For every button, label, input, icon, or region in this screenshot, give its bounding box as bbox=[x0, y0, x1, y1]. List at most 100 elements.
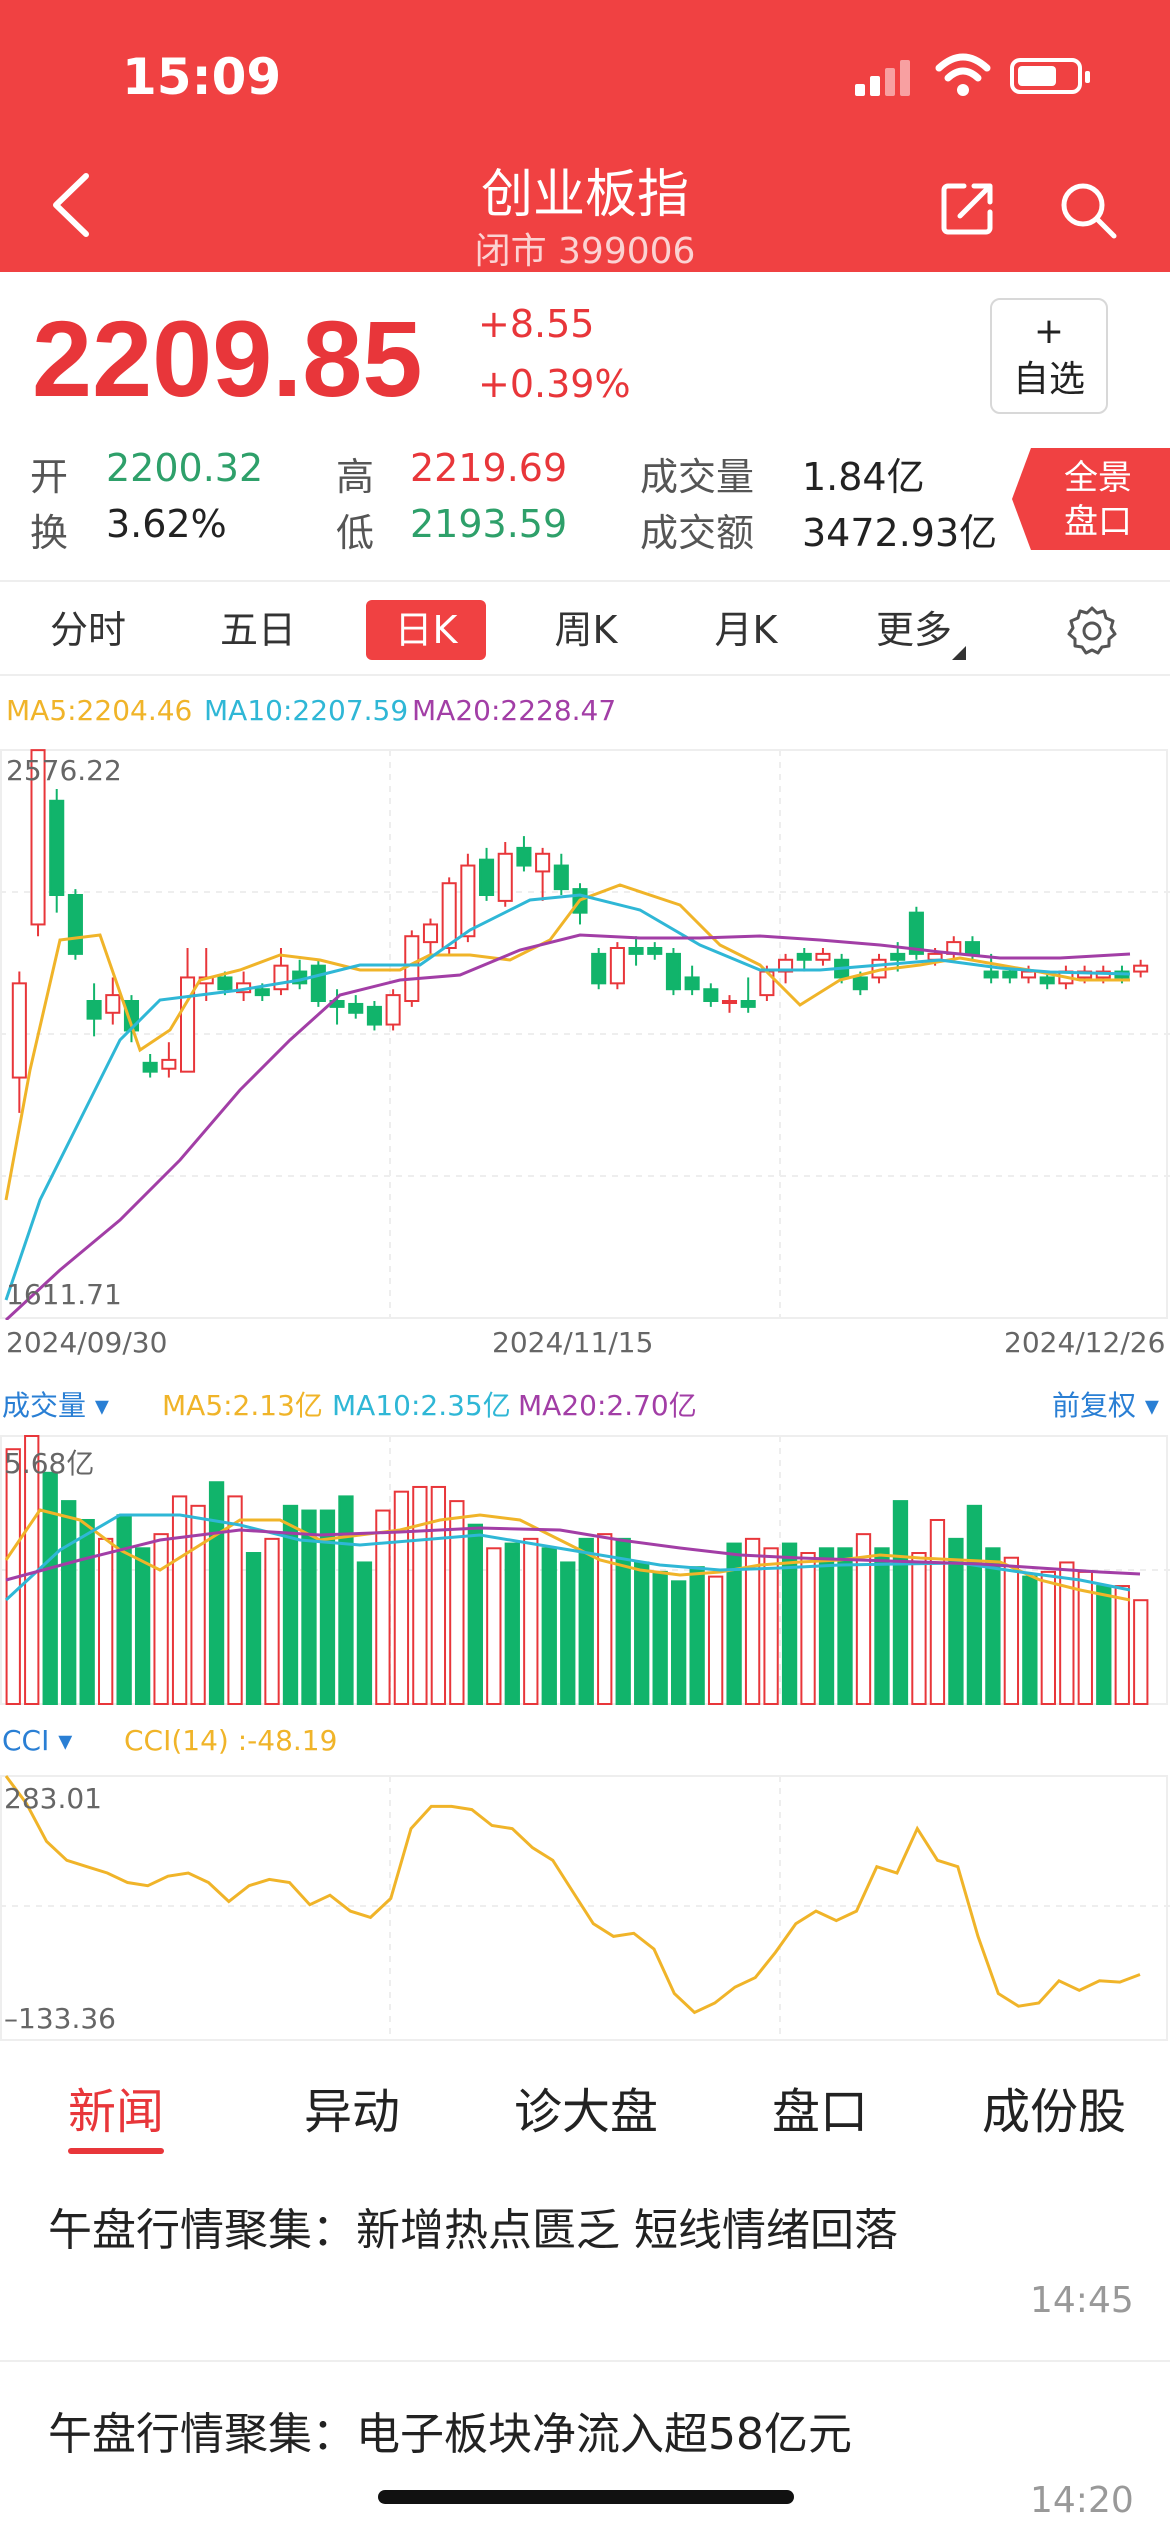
candle bbox=[535, 847, 551, 901]
candlestick-chart[interactable] bbox=[0, 740, 1170, 1320]
volume-bar bbox=[171, 1495, 188, 1705]
search-icon[interactable] bbox=[1058, 180, 1118, 240]
volume-bar bbox=[689, 1566, 705, 1705]
cci-title: CCI bbox=[2, 1724, 50, 1757]
volume-bar bbox=[1114, 1585, 1130, 1705]
date-mid: 2024/11/15 bbox=[492, 1326, 654, 1359]
candle bbox=[348, 995, 364, 1019]
date-start: 2024/09/30 bbox=[6, 1326, 168, 1359]
volume-bar bbox=[467, 1523, 483, 1705]
cci-chart[interactable] bbox=[0, 1770, 1170, 2042]
volume-title: 成交量 bbox=[2, 1389, 87, 1422]
candle bbox=[553, 853, 569, 895]
tab-intraday[interactable]: 分时 bbox=[28, 600, 148, 660]
volume-bar bbox=[449, 1500, 465, 1706]
volume-chart[interactable] bbox=[0, 1430, 1170, 1706]
vol-ma10-legend: MA10:2.35亿 bbox=[332, 1389, 511, 1422]
volume-bar bbox=[264, 1537, 280, 1705]
kline-ymax: 2576.22 bbox=[6, 754, 122, 787]
candle bbox=[142, 1054, 158, 1078]
candle bbox=[665, 947, 681, 996]
panorama-button[interactable]: 全景 盘口 bbox=[1012, 448, 1170, 550]
candle bbox=[721, 995, 738, 1013]
volume-bar bbox=[504, 1542, 520, 1705]
tab-order-book[interactable]: 盘口 bbox=[772, 2072, 868, 2142]
volume-bar bbox=[818, 1547, 835, 1705]
tab-constituents[interactable]: 成份股 bbox=[982, 2072, 1126, 2142]
adjust-label: 前复权 bbox=[1052, 1389, 1137, 1422]
volume-bar bbox=[208, 1481, 225, 1705]
candle bbox=[684, 965, 700, 996]
candle bbox=[1133, 959, 1149, 978]
news-title: 午盘行情聚集：电子板块净流入超58亿元 bbox=[48, 2409, 852, 2460]
open-label: 开 bbox=[30, 455, 69, 499]
volume-bar bbox=[578, 1537, 594, 1705]
volume-bar bbox=[634, 1561, 650, 1705]
wifi-icon bbox=[935, 53, 991, 96]
vol-ma20-legend: MA20:2.70亿 bbox=[518, 1389, 697, 1422]
volume-bar bbox=[1096, 1585, 1112, 1705]
price-adjust-select[interactable]: 前复权 ▾ bbox=[1052, 1384, 1159, 1424]
news-time: 14:20 bbox=[1030, 2480, 1134, 2521]
volume-bar bbox=[1133, 1599, 1149, 1706]
candle bbox=[49, 788, 65, 913]
more-dropdown-icon bbox=[952, 646, 966, 660]
turnover-value: 3.62% bbox=[106, 502, 227, 546]
tab-monthly-k[interactable]: 月K bbox=[686, 600, 806, 660]
volume-bar bbox=[486, 1547, 502, 1705]
volume-bar bbox=[1003, 1556, 1020, 1705]
volume-bar bbox=[763, 1547, 779, 1705]
add-watchlist-button[interactable]: + 自选 bbox=[990, 298, 1108, 414]
tab-five-day[interactable]: 五日 bbox=[198, 600, 318, 660]
volume-bar bbox=[1022, 1575, 1038, 1705]
candle bbox=[609, 942, 625, 990]
candle bbox=[310, 959, 326, 1007]
candle bbox=[366, 1001, 382, 1031]
tab-market-diagnosis[interactable]: 诊大盘 bbox=[514, 2072, 658, 2142]
divider bbox=[0, 2360, 1170, 2362]
candle bbox=[292, 959, 308, 990]
volume-bar bbox=[837, 1547, 853, 1705]
candle bbox=[740, 977, 756, 1013]
high-value: 2219.69 bbox=[410, 446, 568, 490]
volume-bar bbox=[911, 1552, 927, 1705]
candle bbox=[385, 989, 401, 1031]
tab-daily-k[interactable]: 日K bbox=[366, 600, 486, 660]
signal-icon bbox=[855, 60, 915, 96]
amount-label: 成交额 bbox=[640, 511, 755, 555]
volume-bar bbox=[61, 1500, 77, 1706]
cci-indicator-select[interactable]: CCI ▾ bbox=[2, 1724, 72, 1757]
ma5-line bbox=[4, 883, 1130, 1201]
tab-movements[interactable]: 异动 bbox=[304, 2072, 400, 2142]
candle bbox=[908, 906, 924, 960]
volume-bar bbox=[134, 1547, 151, 1705]
volume-indicator-select[interactable]: 成交量 ▾ bbox=[2, 1384, 109, 1424]
ma5-legend: MA5:2204.46 bbox=[6, 694, 193, 727]
high-label: 高 bbox=[336, 455, 375, 499]
volume-bar bbox=[966, 1504, 983, 1706]
cci-min: –133.36 bbox=[4, 2002, 116, 2035]
volume-bar bbox=[153, 1533, 169, 1706]
tab-weekly-k[interactable]: 周K bbox=[526, 600, 646, 660]
volume-bar bbox=[671, 1580, 687, 1705]
volume-bar bbox=[245, 1552, 262, 1705]
candle bbox=[628, 936, 644, 966]
volume-bar bbox=[800, 1552, 816, 1705]
volume-bar bbox=[560, 1561, 576, 1705]
volume-bar bbox=[929, 1518, 946, 1705]
current-price: 2209.85 bbox=[32, 298, 423, 419]
cci-line bbox=[4, 1775, 1141, 2015]
volume-label: 成交量 bbox=[640, 455, 755, 499]
volume-bar bbox=[375, 1509, 391, 1705]
candle bbox=[67, 889, 83, 960]
volume-bar bbox=[356, 1561, 373, 1705]
settings-gear-icon[interactable] bbox=[1066, 604, 1118, 656]
candle bbox=[946, 936, 962, 960]
candle bbox=[86, 983, 102, 1037]
share-icon[interactable] bbox=[940, 180, 996, 236]
candle bbox=[516, 836, 532, 872]
news-time: 14:45 bbox=[1030, 2280, 1134, 2321]
tab-news[interactable]: 新闻 bbox=[68, 2072, 164, 2142]
volume-bar bbox=[338, 1495, 354, 1705]
candle bbox=[497, 841, 513, 907]
